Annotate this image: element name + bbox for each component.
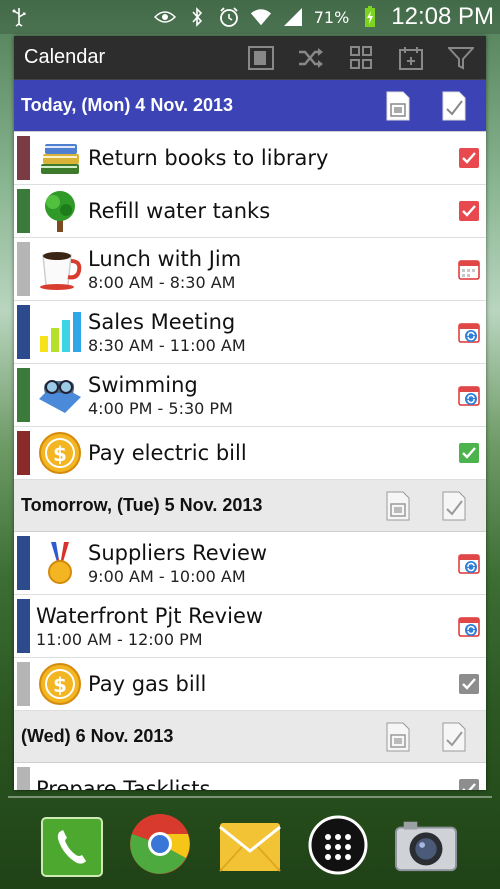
calendar-color-bar — [17, 431, 30, 475]
signal-icon — [282, 6, 304, 28]
day-title: (Wed) 6 Nov. 2013 — [21, 726, 174, 746]
add-task-icon[interactable] — [436, 488, 472, 524]
item-time: 8:30 AM - 11:00 AM — [88, 335, 246, 355]
item-time: 4:00 PM - 5:30 PM — [88, 398, 233, 418]
item-title: Refill water tanks — [88, 199, 271, 223]
list-item[interactable]: Prepare Tasklists — [14, 763, 486, 790]
item-title: Suppliers Review — [88, 540, 268, 565]
grid-icon[interactable] — [336, 36, 386, 80]
dock-divider — [8, 796, 492, 798]
calendar-color-bar — [17, 189, 30, 233]
item-title: Pay gas bill — [88, 672, 207, 696]
list-item[interactable]: Refill water tanks — [14, 185, 486, 238]
checked-task-icon[interactable] — [458, 147, 480, 169]
day-title: Today, (Mon) 4 Nov. 2013 — [21, 95, 234, 115]
item-title: Prepare Tasklists — [36, 777, 211, 790]
calendar-color-bar — [17, 136, 30, 180]
calendar-sync-icon[interactable] — [458, 615, 480, 637]
checked-task-icon[interactable] — [458, 442, 480, 464]
event-list: Today, (Mon) 4 Nov. 2013 Return books to … — [14, 80, 486, 790]
list-item[interactable]: Sales Meeting 8:30 AM - 11:00 AM — [14, 301, 486, 364]
chrome-icon[interactable] — [128, 812, 192, 876]
checked-task-icon[interactable] — [458, 673, 480, 695]
bar-chart-icon — [36, 308, 84, 356]
status-bar: 71% 12:08 PM — [0, 0, 500, 34]
calendar-sync-icon[interactable] — [458, 384, 480, 406]
calendar-color-bar — [17, 767, 30, 790]
wifi-icon — [250, 6, 272, 28]
calendar-color-bar — [17, 599, 30, 653]
clock: 12:08 PM — [391, 3, 494, 30]
bluetooth-icon — [186, 6, 208, 28]
view-toggle-icon[interactable] — [236, 36, 286, 80]
svg-text:$: $ — [53, 442, 67, 466]
usb-icon — [8, 6, 30, 28]
medal-icon — [36, 539, 84, 587]
add-event-icon[interactable] — [380, 88, 416, 124]
email-icon[interactable] — [218, 815, 282, 879]
item-time: 11:00 AM - 12:00 PM — [36, 629, 203, 649]
item-time: 9:00 AM - 10:00 AM — [88, 566, 246, 586]
calendar-color-bar — [17, 305, 30, 359]
list-item[interactable]: $ Pay electric bill — [14, 427, 486, 480]
battery-icon — [359, 6, 381, 28]
calendar-widget: Calendar Today, (Mon) 4 Nov. 2013 Return … — [14, 36, 486, 790]
calendar-add-icon[interactable] — [386, 36, 436, 80]
shuffle-icon[interactable] — [286, 36, 336, 80]
item-title: Return books to library — [88, 146, 329, 170]
item-title: Lunch with Jim — [88, 246, 242, 271]
widget-titlebar: Calendar — [14, 36, 486, 80]
add-event-icon[interactable] — [380, 719, 416, 755]
checked-task-icon[interactable] — [458, 200, 480, 222]
item-title: Pay electric bill — [88, 441, 247, 465]
alarm-icon — [218, 6, 240, 28]
item-time: 8:00 AM - 8:30 AM — [88, 272, 236, 292]
goggles-icon — [36, 371, 84, 419]
list-item[interactable]: Waterfront Pjt Review 11:00 AM - 12:00 PM — [14, 595, 486, 658]
coffee-cup-icon — [36, 245, 84, 293]
svg-text:$: $ — [53, 673, 67, 697]
calendar-color-bar — [17, 662, 30, 706]
widget-title[interactable]: Calendar — [24, 46, 105, 69]
add-event-icon[interactable] — [380, 488, 416, 524]
eye-icon — [153, 6, 176, 28]
calendar-color-bar — [17, 368, 30, 422]
calendar-sync-icon[interactable] — [458, 321, 480, 343]
calendar-event-icon[interactable] — [458, 258, 480, 280]
books-icon — [36, 134, 84, 182]
list-item[interactable]: Lunch with Jim 8:00 AM - 8:30 AM — [14, 238, 486, 301]
list-item[interactable]: Swimming 4:00 PM - 5:30 PM — [14, 364, 486, 427]
day-title: Tomorrow, (Tue) 5 Nov. 2013 — [21, 495, 263, 515]
list-item[interactable]: Suppliers Review 9:00 AM - 10:00 AM — [14, 532, 486, 595]
apps-icon[interactable] — [306, 813, 370, 877]
tree-icon — [36, 187, 84, 235]
add-task-icon[interactable] — [436, 88, 472, 124]
day-header[interactable]: (Wed) 6 Nov. 2013 — [14, 711, 486, 763]
day-header[interactable]: Today, (Mon) 4 Nov. 2013 — [14, 80, 486, 132]
dollar-coin-icon: $ — [36, 660, 84, 708]
list-item[interactable]: $ Pay gas bill — [14, 658, 486, 711]
dollar-coin-icon: $ — [36, 429, 84, 477]
item-title: Swimming — [88, 372, 198, 397]
list-item[interactable]: Return books to library — [14, 132, 486, 185]
battery-percent: 71% — [313, 7, 350, 27]
camera-icon[interactable] — [394, 813, 458, 877]
item-title: Waterfront Pjt Review — [36, 603, 264, 628]
day-header[interactable]: Tomorrow, (Tue) 5 Nov. 2013 — [14, 480, 486, 532]
calendar-color-bar — [17, 536, 30, 590]
calendar-color-bar — [17, 242, 30, 296]
add-task-icon[interactable] — [436, 719, 472, 755]
item-title: Sales Meeting — [88, 309, 236, 334]
filter-icon[interactable] — [436, 36, 486, 80]
calendar-sync-icon[interactable] — [458, 552, 480, 574]
checked-task-icon[interactable] — [458, 778, 480, 790]
phone-icon[interactable] — [40, 815, 104, 879]
